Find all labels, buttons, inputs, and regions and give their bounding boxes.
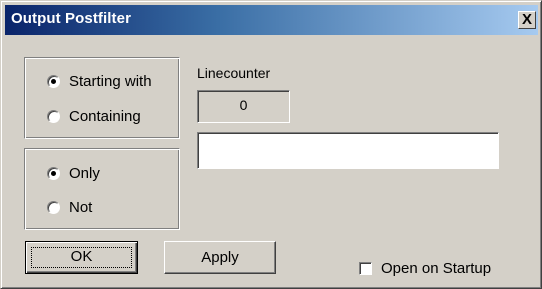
radio-button-icon[interactable]: [47, 201, 60, 214]
radio-only[interactable]: Only: [47, 165, 100, 182]
radio-starting-with-label: Starting with: [69, 73, 152, 90]
linecounter-label: Linecounter: [197, 65, 271, 81]
close-button[interactable]: X: [518, 11, 536, 29]
match-mode-group: Starting with Containing: [24, 57, 180, 139]
inclusion-group: Only Not: [24, 148, 180, 230]
radio-only-label: Only: [69, 165, 100, 182]
linecounter-value: 0: [197, 90, 290, 123]
close-icon: X: [521, 11, 532, 28]
focus-rectangle: [31, 247, 132, 268]
checkbox-icon[interactable]: [359, 262, 372, 275]
radio-containing[interactable]: Containing: [47, 108, 141, 125]
radio-containing-label: Containing: [69, 108, 141, 125]
ok-button[interactable]: OK: [25, 241, 138, 274]
radio-not[interactable]: Not: [47, 199, 92, 216]
radio-not-label: Not: [69, 199, 93, 216]
radio-starting-with[interactable]: Starting with: [47, 73, 152, 90]
apply-button-label: Apply: [201, 249, 239, 266]
radio-button-icon[interactable]: [47, 75, 60, 88]
apply-button[interactable]: Apply: [164, 241, 276, 274]
radio-button-icon[interactable]: [47, 167, 60, 180]
linecounter-value-text: 0: [239, 97, 248, 113]
open-on-startup-label: Open on Startup: [381, 260, 492, 277]
output-postfilter-dialog: Output Postfilter X Starting with Contai…: [0, 0, 542, 289]
open-on-startup-checkbox[interactable]: Open on Startup: [359, 260, 491, 277]
radio-button-icon[interactable]: [47, 110, 60, 123]
title-bar[interactable]: Output Postfilter X: [5, 5, 538, 35]
window-title: Output Postfilter: [11, 10, 132, 27]
filter-text-input[interactable]: [197, 132, 499, 169]
